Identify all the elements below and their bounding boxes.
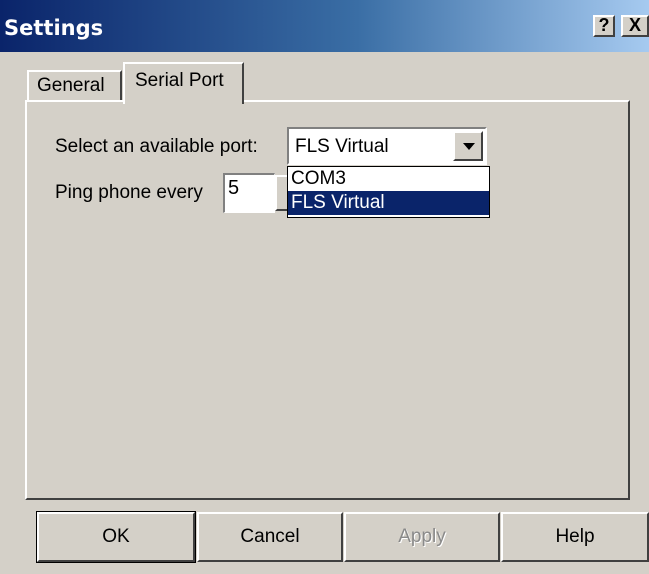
- chevron-down-icon: [463, 143, 475, 150]
- help-dialog-button[interactable]: Help: [501, 512, 649, 562]
- port-option-com3[interactable]: COM3: [288, 167, 489, 191]
- port-select[interactable]: FLS Virtual: [287, 127, 487, 165]
- port-dropdown-list: COM3 FLS Virtual: [287, 166, 490, 218]
- help-button[interactable]: ?: [593, 15, 615, 37]
- dropdown-button[interactable]: [453, 131, 483, 161]
- tab-serial-port[interactable]: Serial Port: [123, 62, 244, 104]
- title-bar[interactable]: Settings ? X: [0, 0, 649, 52]
- window-title: Settings: [4, 16, 104, 40]
- cancel-button[interactable]: Cancel: [197, 512, 343, 562]
- apply-button: Apply: [344, 512, 500, 562]
- ping-interval-input[interactable]: 5: [223, 173, 275, 213]
- port-option-fls-virtual[interactable]: FLS Virtual: [288, 191, 489, 215]
- ok-button[interactable]: OK: [36, 511, 196, 563]
- tab-general[interactable]: General: [27, 70, 122, 101]
- close-button[interactable]: X: [621, 15, 649, 37]
- port-select-value: FLS Virtual: [295, 136, 389, 157]
- settings-dialog: Settings ? X General Serial Port Select …: [0, 0, 649, 574]
